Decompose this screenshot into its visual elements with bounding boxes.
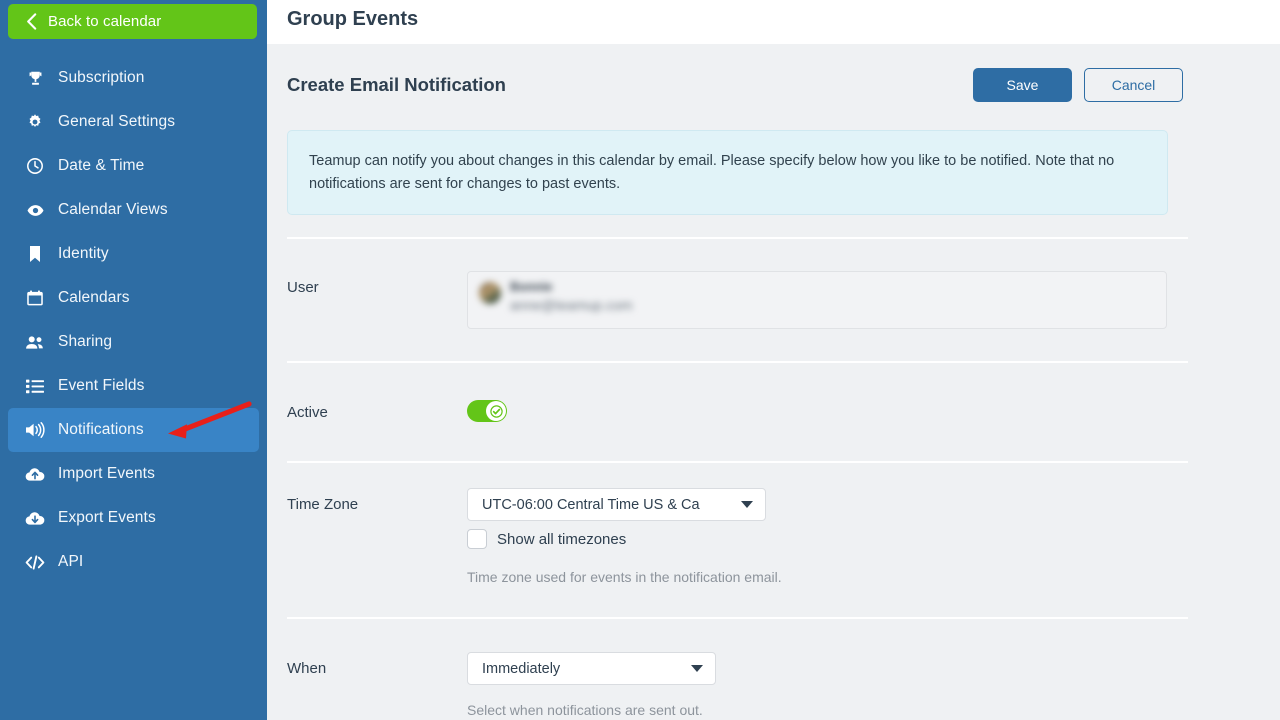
sidebar: Back to calendar Subscription General Se… [0, 0, 267, 720]
save-button[interactable]: Save [973, 68, 1072, 102]
sidebar-item-label: API [58, 553, 84, 570]
chevron-down-icon [691, 665, 703, 672]
user-label: User [287, 279, 319, 296]
app-root: Back to calendar Subscription General Se… [0, 0, 1280, 720]
info-banner-text: Teamup can notify you about changes in t… [309, 153, 1115, 193]
divider [287, 461, 1188, 463]
timezone-value: UTC-06:00 Central Time US & Ca [482, 496, 700, 513]
user-text: Bonnie anne@teamup.com [510, 280, 632, 313]
speaker-icon [18, 422, 52, 438]
timezone-help: Time zone used for events in the notific… [467, 569, 782, 585]
clock-icon [18, 157, 52, 175]
eye-icon [18, 201, 52, 220]
divider [287, 361, 1188, 363]
timezone-select[interactable]: UTC-06:00 Central Time US & Ca [467, 488, 766, 521]
sidebar-item-label: Import Events [58, 465, 155, 482]
sidebar-item-label: Export Events [58, 509, 156, 526]
when-select[interactable]: Immediately [467, 652, 716, 685]
back-to-calendar-label: Back to calendar [48, 13, 162, 30]
user-field[interactable]: Bonnie anne@teamup.com [467, 271, 1167, 329]
calendar-icon [18, 289, 52, 307]
divider [287, 617, 1188, 619]
sidebar-item-export-events[interactable]: Export Events [8, 496, 259, 540]
sidebar-item-label: Date & Time [58, 157, 145, 174]
user-info: Bonnie anne@teamup.com [479, 280, 632, 313]
sidebar-item-calendar-views[interactable]: Calendar Views [8, 188, 259, 232]
sidebar-item-sharing[interactable]: Sharing [8, 320, 259, 364]
cancel-button[interactable]: Cancel [1084, 68, 1183, 102]
sidebar-item-notifications[interactable]: Notifications [8, 408, 259, 452]
calendar-name: Group Events [287, 8, 419, 30]
active-label: Active [287, 404, 328, 421]
cloud-download-icon [18, 511, 52, 526]
timezone-label: Time Zone [287, 496, 359, 513]
code-icon [18, 554, 52, 570]
when-value: Immediately [482, 660, 561, 677]
sidebar-item-label: General Settings [58, 113, 176, 130]
chevron-left-icon [18, 13, 44, 30]
page-header: Create Email Notification Save Cancel [267, 44, 1280, 116]
page-actions: Save Cancel [973, 68, 1183, 102]
check-icon [489, 404, 503, 418]
show-all-timezones-row[interactable]: Show all timezones [467, 529, 626, 549]
users-icon [18, 334, 52, 351]
sidebar-item-event-fields[interactable]: Event Fields [8, 364, 259, 408]
trophy-icon [18, 70, 52, 87]
sidebar-item-label: Event Fields [58, 377, 145, 394]
topbar: Group Events [267, 0, 1280, 44]
page-title: Create Email Notification [287, 74, 506, 95]
sidebar-item-label: Calendar Views [58, 201, 168, 218]
avatar [479, 282, 501, 304]
sidebar-item-label: Subscription [58, 69, 145, 86]
sidebar-item-label: Identity [58, 245, 109, 262]
when-label: When [287, 660, 327, 677]
cloud-upload-icon [18, 467, 52, 482]
show-all-timezones-checkbox[interactable] [467, 529, 487, 549]
sidebar-item-calendars[interactable]: Calendars [8, 276, 259, 320]
list-icon [18, 379, 52, 394]
sidebar-item-date-time[interactable]: Date & Time [8, 144, 259, 188]
when-help: Select when notifications are sent out. [467, 702, 703, 718]
divider [287, 237, 1188, 239]
sidebar-item-api[interactable]: API [8, 540, 259, 584]
chevron-down-icon [741, 501, 753, 508]
sidebar-item-label: Sharing [58, 333, 113, 350]
active-toggle[interactable] [467, 400, 507, 422]
bookmark-icon [18, 245, 52, 263]
sidebar-item-label: Calendars [58, 289, 130, 306]
user-name: Bonnie [510, 280, 553, 294]
show-all-timezones-label: Show all timezones [497, 530, 627, 548]
sidebar-item-subscription[interactable]: Subscription [8, 56, 259, 100]
toggle-knob [486, 401, 506, 421]
back-to-calendar-button[interactable]: Back to calendar [8, 4, 257, 39]
sidebar-item-identity[interactable]: Identity [8, 232, 259, 276]
user-email: anne@teamup.com [510, 297, 633, 313]
sidebar-item-import-events[interactable]: Import Events [8, 452, 259, 496]
sidebar-nav: Subscription General Settings Date & Tim… [0, 56, 267, 584]
sidebar-item-label: Notifications [58, 421, 144, 438]
sidebar-item-general-settings[interactable]: General Settings [8, 100, 259, 144]
info-banner: Teamup can notify you about changes in t… [287, 130, 1168, 215]
gear-icon [18, 113, 52, 131]
